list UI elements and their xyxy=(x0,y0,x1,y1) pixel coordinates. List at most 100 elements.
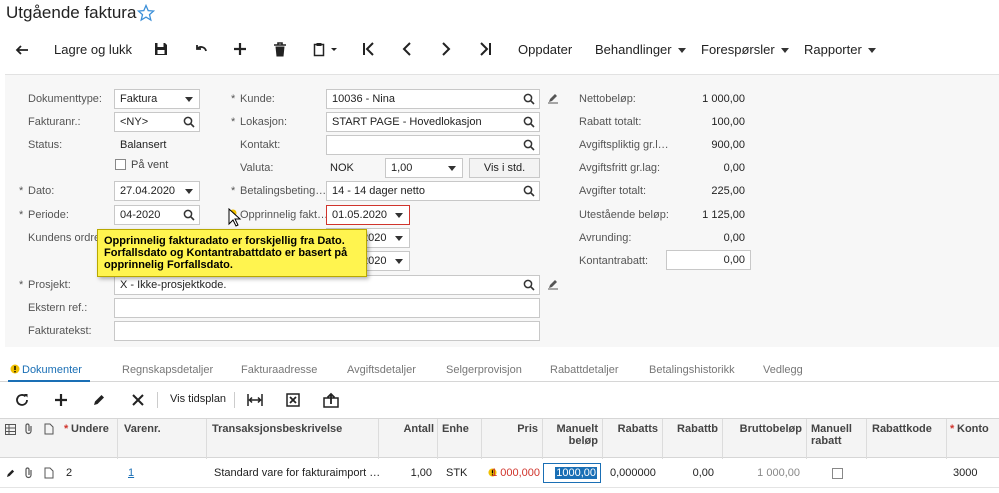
invoice-no-label: Fakturanr.: xyxy=(28,116,81,128)
trash-icon xyxy=(274,42,286,57)
last-record-button[interactable] xyxy=(478,34,494,66)
tax-total-value: 225,00 xyxy=(711,185,745,197)
tab-invoice-address[interactable]: Fakturaadresse xyxy=(241,360,317,382)
search-icon[interactable] xyxy=(183,209,195,221)
plus-icon[interactable] xyxy=(54,393,68,407)
upload-icon[interactable] xyxy=(323,392,339,408)
tab-discount-details[interactable]: Rabattdetaljer xyxy=(550,360,619,382)
cell-quantity[interactable]: 1,00 xyxy=(380,467,432,479)
edit-pencil-icon[interactable] xyxy=(547,92,559,104)
col-description[interactable]: Transaksjonsbeskrivelse xyxy=(212,423,342,435)
edit-pencil-icon[interactable] xyxy=(547,278,559,290)
cell-account[interactable]: 3000 xyxy=(953,467,977,479)
cell-manual-amount-value: 1000,00 xyxy=(555,467,597,479)
column-divider xyxy=(117,419,118,459)
col-discount-percent[interactable]: Rabatts xyxy=(604,423,658,435)
tab-accounting-details[interactable]: Regnskapsdetaljer xyxy=(122,360,213,382)
favorite-star-icon[interactable] xyxy=(137,4,155,22)
customer-input[interactable]: 10036 - Nina xyxy=(326,89,540,109)
invoice-no-input[interactable]: <NY> xyxy=(114,112,200,132)
required-marker: * xyxy=(19,209,24,221)
required-marker: * xyxy=(231,185,236,197)
search-icon[interactable] xyxy=(523,116,535,128)
previous-record-button[interactable] xyxy=(400,34,416,66)
close-icon[interactable] xyxy=(131,393,145,407)
reports-menu[interactable]: Rapporter xyxy=(804,34,876,66)
column-divider xyxy=(206,419,207,459)
project-input[interactable]: X - Ikke-prosjektkode. xyxy=(114,275,540,295)
doc-type-select[interactable]: Faktura xyxy=(114,89,200,109)
save-button[interactable] xyxy=(154,34,172,66)
on-hold-checkbox[interactable] xyxy=(115,159,126,170)
col-manual-discount[interactable]: Manuell rabatt xyxy=(811,423,852,447)
invoice-text-label: Fakturatekst: xyxy=(28,325,92,337)
delete-button[interactable] xyxy=(273,34,291,66)
refresh-icon[interactable] xyxy=(15,393,29,407)
cell-discount-amount[interactable]: 0,00 xyxy=(664,467,714,479)
copy-paste-dropdown[interactable] xyxy=(313,34,343,66)
first-record-button[interactable] xyxy=(362,34,378,66)
view-schedule-button[interactable]: Vis tidsplan xyxy=(170,393,226,405)
cell-description[interactable]: Standard vare for fakturaimport … xyxy=(214,467,380,479)
discount-total-label: Rabatt totalt: xyxy=(579,116,642,128)
col-item[interactable]: Varenr. xyxy=(124,423,161,435)
col-quantity[interactable]: Antall xyxy=(380,423,434,435)
col-discount-amount[interactable]: Rabattb xyxy=(664,423,718,435)
fit-columns-icon[interactable] xyxy=(247,393,263,407)
cash-discount-input[interactable]: 0,00 xyxy=(666,250,751,270)
actions-menu[interactable]: Behandlinger xyxy=(595,34,686,66)
tab-salesperson-commission[interactable]: Selgerprovisjon xyxy=(446,360,522,382)
attachment-icon xyxy=(25,423,32,435)
on-hold-label: På vent xyxy=(131,159,169,171)
search-icon[interactable] xyxy=(523,185,535,197)
grid-settings-icon[interactable] xyxy=(5,424,16,435)
add-button[interactable] xyxy=(233,34,251,66)
export-excel-icon[interactable] xyxy=(286,393,300,407)
period-input[interactable]: 04-2020 xyxy=(114,205,200,225)
next-record-button[interactable] xyxy=(439,34,455,66)
cell-item-link[interactable]: 1 xyxy=(128,467,134,479)
search-icon[interactable] xyxy=(183,116,195,128)
tab-documents[interactable]: Dokumenter xyxy=(8,360,90,382)
col-price[interactable]: Pris xyxy=(484,423,538,435)
date-input[interactable]: 27.04.2020 xyxy=(114,181,200,201)
search-icon[interactable] xyxy=(523,279,535,291)
orig-due-input[interactable]: 01.05.2020 xyxy=(326,205,410,225)
cell-manual-discount-checkbox[interactable] xyxy=(832,468,843,479)
tab-tax-details[interactable]: Avgiftsdetaljer xyxy=(347,360,416,382)
col-gross-amount[interactable]: Bruttobeløp xyxy=(724,423,802,435)
contact-input[interactable] xyxy=(326,135,540,155)
save-close-button[interactable]: Lagre og lukk xyxy=(54,34,132,66)
cell-uom[interactable]: STK xyxy=(446,467,467,479)
search-icon[interactable] xyxy=(523,93,535,105)
cell-branch[interactable]: 2 xyxy=(66,467,72,479)
col-manual-amount[interactable]: Manuelt beløp xyxy=(544,423,598,447)
invoice-text-input[interactable] xyxy=(114,321,540,341)
currency-rate-select[interactable]: 1,00 xyxy=(385,158,463,178)
back-button[interactable] xyxy=(14,34,34,66)
note-icon[interactable] xyxy=(44,467,54,479)
tab-attachments[interactable]: Vedlegg xyxy=(763,360,803,382)
cell-manual-amount-editor[interactable]: 1000,00 xyxy=(543,463,601,483)
edit-pencil-icon[interactable] xyxy=(92,393,106,407)
inquiries-menu[interactable]: Forespørsler xyxy=(701,34,789,66)
col-account[interactable]: Konto xyxy=(957,423,989,435)
col-discount-code[interactable]: Rabattkode xyxy=(872,423,932,435)
search-icon[interactable] xyxy=(523,139,535,151)
column-divider xyxy=(946,419,947,459)
cell-price[interactable]: 1 000,000 xyxy=(482,467,540,479)
undo-button[interactable] xyxy=(194,34,212,66)
ext-ref-input[interactable] xyxy=(114,298,540,318)
tab-payment-history[interactable]: Betalingshistorikk xyxy=(649,360,735,382)
view-base-currency-button[interactable]: Vis i std. xyxy=(469,158,540,178)
table-row[interactable]: 2 1 Standard vare for fakturaimport … 1,… xyxy=(0,458,999,488)
cell-discount-percent[interactable]: 0,000000 xyxy=(610,467,656,479)
location-input[interactable]: START PAGE - Hovedlokasjon xyxy=(326,112,540,132)
col-uom[interactable]: Enhe xyxy=(442,423,469,435)
chevron-right-icon xyxy=(442,42,451,56)
project-label: Prosjekt: xyxy=(28,279,71,291)
attachment-icon[interactable] xyxy=(24,467,34,479)
refresh-button[interactable]: Oppdater xyxy=(518,34,572,66)
terms-input[interactable]: 14 - 14 dager netto xyxy=(326,181,540,201)
col-branch[interactable]: Undere xyxy=(71,423,109,435)
